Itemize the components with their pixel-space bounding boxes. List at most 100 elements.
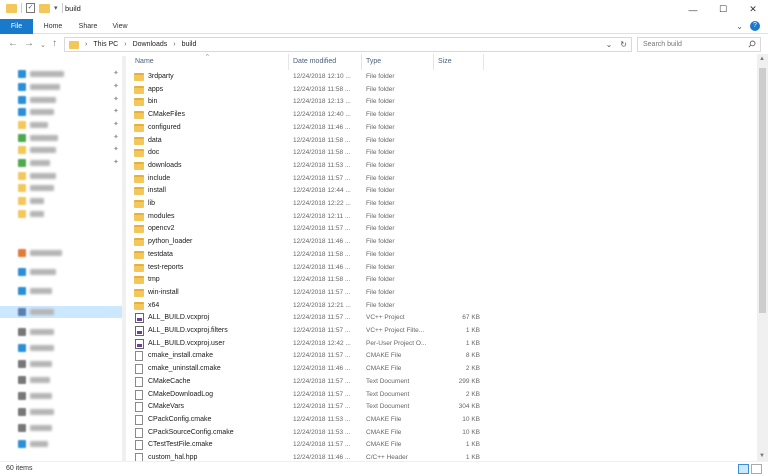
navigation-item[interactable] xyxy=(0,266,122,278)
breadcrumb-downloads[interactable]: Downloads xyxy=(133,41,168,48)
file-row[interactable]: win-install 12/24/2018 11:57 ... File fold… xyxy=(126,287,757,300)
navigation-item[interactable] xyxy=(0,195,122,207)
navigation-item[interactable] xyxy=(0,342,122,354)
file-row[interactable]: testdata 12/24/2018 11:58 ... File folder xyxy=(126,249,757,262)
details-view-icon[interactable] xyxy=(738,464,749,474)
refresh-icon[interactable]: ↻ xyxy=(620,40,627,49)
navigation-item[interactable] xyxy=(0,358,122,370)
maximize-button[interactable]: ☐ xyxy=(708,0,738,19)
status-bar: 60 items xyxy=(0,461,768,476)
navigation-item[interactable] xyxy=(0,208,122,220)
forward-arrow-icon[interactable]: → xyxy=(24,38,34,50)
navigation-item[interactable] xyxy=(0,374,122,386)
column-header-size[interactable]: Size xyxy=(438,58,452,65)
file-row[interactable]: custom_hal.hpp 12/24/2018 11:46 ... C/C++ … xyxy=(126,452,757,461)
file-row[interactable]: python_loader 12/24/2018 11:46 ... File fo… xyxy=(126,236,757,249)
new-folder-icon[interactable] xyxy=(39,3,50,13)
file-row[interactable]: apps 12/24/2018 11:58 ... File folder xyxy=(126,84,757,97)
close-button[interactable]: ✕ xyxy=(738,0,768,19)
minimize-button[interactable]: — xyxy=(678,0,708,19)
scrollbar-thumb[interactable] xyxy=(759,68,766,313)
address-history-chevron-icon[interactable]: ⌄ xyxy=(606,40,613,49)
navigation-item[interactable] xyxy=(0,438,122,450)
file-row[interactable]: CMakeFiles 12/24/2018 12:40 ... File folde… xyxy=(126,109,757,122)
file-row[interactable]: CMakeDownloadLog 12/24/2018 11:57 ... Text… xyxy=(126,389,757,402)
pin-icon: ✦ xyxy=(113,121,119,128)
scroll-down-arrow-icon[interactable]: ▼ xyxy=(759,453,765,459)
navigation-item[interactable]: ✦ xyxy=(0,157,122,169)
tab-view[interactable]: View xyxy=(108,19,132,34)
file-row[interactable]: ALL_BUILD.vcxproj 12/24/2018 11:57 ... VC+… xyxy=(126,312,757,325)
file-row[interactable]: x64 12/24/2018 12:21 ... File folder xyxy=(126,300,757,313)
file-row[interactable]: CMakeCache 12/24/2018 11:57 ... Text Docum… xyxy=(126,376,757,389)
search-input[interactable]: Search build xyxy=(637,37,761,52)
navigation-item[interactable] xyxy=(0,326,122,338)
file-row[interactable]: lib 12/24/2018 12:22 ... File folder xyxy=(126,198,757,211)
file-row[interactable]: cmake_uninstall.cmake 12/24/2018 11:46 ..… xyxy=(126,363,757,376)
navigation-item[interactable] xyxy=(0,422,122,434)
tab-home[interactable]: Home xyxy=(39,19,67,34)
file-row[interactable]: data 12/24/2018 11:58 ... File folder xyxy=(126,135,757,148)
navigation-item[interactable]: ✦ xyxy=(0,144,122,156)
file-row[interactable]: CTestTestFile.cmake 12/24/2018 11:57 ... C… xyxy=(126,439,757,452)
expand-ribbon-chevron-icon[interactable]: ⌄ xyxy=(736,22,743,31)
file-row[interactable]: bin 12/24/2018 12:13 ... File folder xyxy=(126,96,757,109)
file-row[interactable]: ALL_BUILD.vcxproj.user 12/24/2018 12:42 .… xyxy=(126,338,757,351)
column-header-name[interactable]: Name xyxy=(135,58,154,65)
navigation-item[interactable] xyxy=(0,170,122,182)
file-name: CMakeVars xyxy=(148,403,185,411)
file-type: Text Document xyxy=(366,403,410,411)
navigation-item[interactable]: ✦ xyxy=(0,94,122,106)
file-row[interactable]: CPackConfig.cmake 12/24/2018 11:53 ... CMA… xyxy=(126,414,757,427)
navigation-item[interactable] xyxy=(0,406,122,418)
breadcrumb-build[interactable]: build xyxy=(182,41,197,48)
file-row[interactable]: test-reports 12/24/2018 11:46 ... File fol… xyxy=(126,262,757,275)
column-header-type[interactable]: Type xyxy=(366,58,381,65)
breadcrumb-this-pc[interactable]: This PC xyxy=(93,41,118,48)
navigation-item[interactable]: ✦ xyxy=(0,106,122,118)
navigation-item-icon xyxy=(18,408,26,416)
customize-toolbar-chevron-icon[interactable]: ▾ xyxy=(54,4,58,12)
chevron-right-icon[interactable]: › xyxy=(124,41,126,48)
file-name: CMakeCache xyxy=(148,377,191,385)
navigation-item-label-blurred xyxy=(30,185,54,191)
back-arrow-icon[interactable]: ← xyxy=(8,38,18,50)
file-row[interactable]: configured 12/24/2018 11:46 ... File folde… xyxy=(126,122,757,135)
file-row[interactable]: doc 12/24/2018 11:58 ... File folder xyxy=(126,147,757,160)
navigation-item[interactable]: ✦ xyxy=(0,68,122,80)
file-row[interactable]: 3rdparty 12/24/2018 12:10 ... File folder xyxy=(126,71,757,84)
address-bar[interactable]: › This PC › Downloads › build ⌄ ↻ xyxy=(64,37,632,52)
column-header-date[interactable]: Date modified xyxy=(293,58,336,65)
navigation-item[interactable]: ✦ xyxy=(0,132,122,144)
file-row[interactable]: tmp 12/24/2018 11:58 ... File folder xyxy=(126,274,757,287)
navigation-item[interactable]: ✦ xyxy=(0,119,122,131)
navigation-item[interactable]: ✦ xyxy=(0,81,122,93)
navigation-item[interactable] xyxy=(0,390,122,402)
tab-share[interactable]: Share xyxy=(74,19,102,34)
help-icon[interactable]: ? xyxy=(750,21,760,31)
file-row[interactable]: CMakeVars 12/24/2018 11:57 ... Text Docume… xyxy=(126,401,757,414)
navigation-item[interactable] xyxy=(0,182,122,194)
large-icons-view-icon[interactable] xyxy=(751,464,762,474)
tab-file[interactable]: File xyxy=(0,19,33,34)
file-row[interactable]: modules 12/24/2018 12:11 ... File folder xyxy=(126,211,757,224)
up-arrow-icon[interactable]: ↑ xyxy=(52,38,57,50)
file-row[interactable]: CPackSourceConfig.cmake 12/24/2018 11:53 … xyxy=(126,427,757,440)
file-row[interactable]: ALL_BUILD.vcxproj.filters 12/24/2018 11:5… xyxy=(126,325,757,338)
properties-icon[interactable]: ✓ xyxy=(26,3,35,13)
search-placeholder: Search build xyxy=(643,41,682,48)
chevron-right-icon[interactable]: › xyxy=(173,41,175,48)
file-row[interactable]: downloads 12/24/2018 11:53 ... File folder xyxy=(126,160,757,173)
navigation-item[interactable] xyxy=(0,285,122,297)
file-row[interactable]: opencv2 12/24/2018 11:57 ... File folder xyxy=(126,223,757,236)
recent-locations-chevron-icon[interactable]: ⌄ xyxy=(40,40,46,52)
file-name: CTestTestFile.cmake xyxy=(148,441,213,449)
file-list-scrollbar[interactable]: ▲ ▼ xyxy=(757,54,768,461)
navigation-item[interactable] xyxy=(0,247,122,259)
file-row[interactable]: include 12/24/2018 11:57 ... File folder xyxy=(126,173,757,186)
scroll-up-arrow-icon[interactable]: ▲ xyxy=(759,56,765,62)
chevron-right-icon[interactable]: › xyxy=(85,41,87,48)
file-row[interactable]: install 12/24/2018 12:44 ... File folder xyxy=(126,185,757,198)
navigation-item[interactable] xyxy=(0,306,122,318)
file-row[interactable]: cmake_install.cmake 12/24/2018 11:57 ... C… xyxy=(126,350,757,363)
